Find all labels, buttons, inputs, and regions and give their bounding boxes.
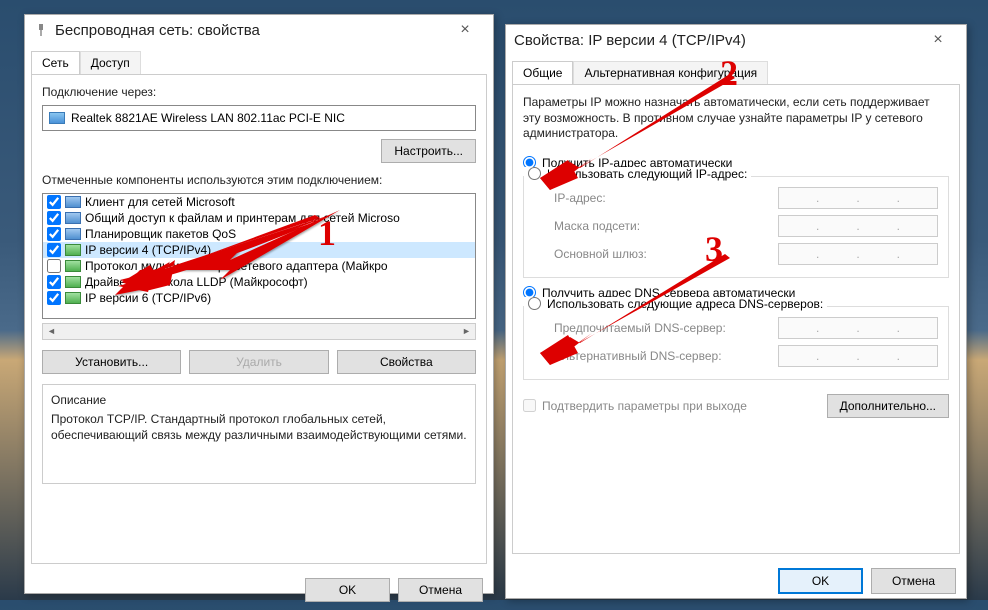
close-icon[interactable]: ×	[918, 31, 958, 49]
component-row[interactable]: Протокол мультиплексора сетевого адаптер…	[43, 258, 475, 274]
component-icon	[65, 212, 81, 224]
connect-via-label: Подключение через:	[42, 85, 476, 99]
component-checkbox[interactable]	[47, 211, 61, 225]
component-label: Планировщик пакетов QoS	[85, 227, 236, 241]
annotation-3-number: 3	[705, 228, 723, 270]
mask-input: ...	[778, 215, 938, 237]
properties-button[interactable]: Свойства	[337, 350, 476, 374]
ip-group: Получить IP-адрес автоматически Использо…	[523, 156, 949, 278]
radio-ip-manual[interactable]: Использовать следующий IP-адрес:	[524, 167, 751, 181]
component-checkbox[interactable]	[47, 195, 61, 209]
component-checkbox[interactable]	[47, 275, 61, 289]
component-label: IP версии 4 (TCP/IPv4)	[85, 243, 211, 257]
tab-network[interactable]: Сеть	[31, 51, 80, 74]
mask-label: Маска подсети:	[554, 219, 778, 233]
close-icon[interactable]: ×	[445, 21, 485, 39]
gateway-row: Основной шлюз: ...	[554, 243, 938, 265]
titlebar: Беспроводная сеть: свойства ×	[25, 15, 493, 45]
tabs: Сеть Доступ	[25, 51, 493, 74]
validate-label: Подтвердить параметры при выходе	[542, 399, 827, 413]
tab-access[interactable]: Доступ	[80, 51, 141, 74]
adapter-icon	[49, 112, 65, 124]
dns-pref-row: Предпочитаемый DNS-сервер: ...	[554, 317, 938, 339]
component-checkbox[interactable]	[47, 227, 61, 241]
titlebar: Свойства: IP версии 4 (TCP/IPv4) ×	[506, 25, 966, 55]
window-title: Беспроводная сеть: свойства	[55, 22, 445, 39]
component-row[interactable]: Общий доступ к файлам и принтерам для се…	[43, 210, 475, 226]
component-label: Общий доступ к файлам и принтерам для се…	[85, 211, 400, 225]
scroll-left-icon[interactable]: ◄	[43, 324, 60, 339]
component-row[interactable]: Клиент для сетей Microsoft	[43, 194, 475, 210]
panel-general: Параметры IP можно назначать автоматичес…	[512, 84, 960, 554]
component-scrollbar[interactable]: ◄ ►	[42, 323, 476, 340]
annotation-2-number: 2	[720, 52, 738, 94]
radio-dns-manual[interactable]: Использовать следующие адреса DNS-сервер…	[524, 297, 827, 311]
adapter-box: Realtek 8821AE Wireless LAN 802.11ac PCI…	[42, 105, 476, 131]
component-row[interactable]: Планировщик пакетов QoS	[43, 226, 475, 242]
component-label: Драйвер протокола LLDP (Майкрософт)	[85, 275, 308, 289]
radio-ip-manual-input[interactable]	[528, 167, 541, 180]
scroll-right-icon[interactable]: ►	[458, 324, 475, 339]
window-title: Свойства: IP версии 4 (TCP/IPv4)	[514, 32, 918, 49]
tab-general[interactable]: Общие	[512, 61, 573, 84]
component-checkbox[interactable]	[47, 243, 61, 257]
adapter-name: Realtek 8821AE Wireless LAN 802.11ac PCI…	[71, 111, 345, 125]
validate-checkbox	[523, 399, 536, 412]
configure-button[interactable]: Настроить...	[381, 139, 476, 163]
component-checkbox[interactable]	[47, 291, 61, 305]
wireless-properties-window: Беспроводная сеть: свойства × Сеть Досту…	[24, 14, 494, 594]
wifi-icon	[33, 22, 49, 38]
dns-group: Получить адрес DNS-сервера автоматически…	[523, 286, 949, 380]
component-icon	[65, 260, 81, 272]
radio-ip-manual-label: Использовать следующий IP-адрес:	[547, 167, 747, 181]
dns-alt-row: Альтернативный DNS-сервер: ...	[554, 345, 938, 367]
delete-button: Удалить	[189, 350, 328, 374]
install-button[interactable]: Установить...	[42, 350, 181, 374]
component-icon	[65, 292, 81, 304]
ip-address-input: ...	[778, 187, 938, 209]
components-label: Отмеченные компоненты используются этим …	[42, 173, 476, 187]
description-fieldset: Описание Протокол TCP/IP. Стандартный пр…	[42, 384, 476, 484]
radio-dns-manual-input[interactable]	[528, 297, 541, 310]
ok-button[interactable]: OK	[305, 578, 390, 602]
ip-address-label: IP-адрес:	[554, 191, 778, 205]
description-text: Протокол TCP/IP. Стандартный протокол гл…	[51, 411, 467, 443]
gateway-label: Основной шлюз:	[554, 247, 778, 261]
component-checkbox[interactable]	[47, 259, 61, 273]
advanced-button[interactable]: Дополнительно...	[827, 394, 949, 418]
dns-alt-label: Альтернативный DNS-сервер:	[554, 349, 778, 363]
description-title: Описание	[51, 393, 467, 407]
component-row[interactable]: IP версии 6 (TCP/IPv6)	[43, 290, 475, 306]
cancel-button[interactable]: Отмена	[398, 578, 483, 602]
dns-alt-input: ...	[778, 345, 938, 367]
component-row[interactable]: Драйвер протокола LLDP (Майкрософт)	[43, 274, 475, 290]
component-icon	[65, 228, 81, 240]
ip-address-row: IP-адрес: ...	[554, 187, 938, 209]
component-label: IP версии 6 (TCP/IPv6)	[85, 291, 211, 305]
ipv4-properties-window: Свойства: IP версии 4 (TCP/IPv4) × Общие…	[505, 24, 967, 599]
component-list[interactable]: Клиент для сетей Microsoft Общий доступ к…	[42, 193, 476, 319]
info-text: Параметры IP можно назначать автоматичес…	[523, 95, 949, 142]
annotation-1-number: 1	[318, 212, 336, 254]
gateway-input: ...	[778, 243, 938, 265]
cancel-button[interactable]: Отмена	[871, 568, 956, 594]
ok-button[interactable]: OK	[778, 568, 863, 594]
tab-alt-config[interactable]: Альтернативная конфигурация	[573, 61, 768, 84]
radio-dns-manual-label: Использовать следующие адреса DNS-сервер…	[547, 297, 823, 311]
panel-network: Подключение через: Realtek 8821AE Wirele…	[31, 74, 487, 564]
component-icon	[65, 276, 81, 288]
component-label: Протокол мультиплексора сетевого адаптер…	[85, 259, 388, 273]
component-icon	[65, 196, 81, 208]
component-row[interactable]: IP версии 4 (TCP/IPv4)	[43, 242, 475, 258]
component-icon	[65, 244, 81, 256]
component-label: Клиент для сетей Microsoft	[85, 195, 235, 209]
mask-row: Маска подсети: ...	[554, 215, 938, 237]
dns-pref-label: Предпочитаемый DNS-сервер:	[554, 321, 778, 335]
dns-pref-input: ...	[778, 317, 938, 339]
